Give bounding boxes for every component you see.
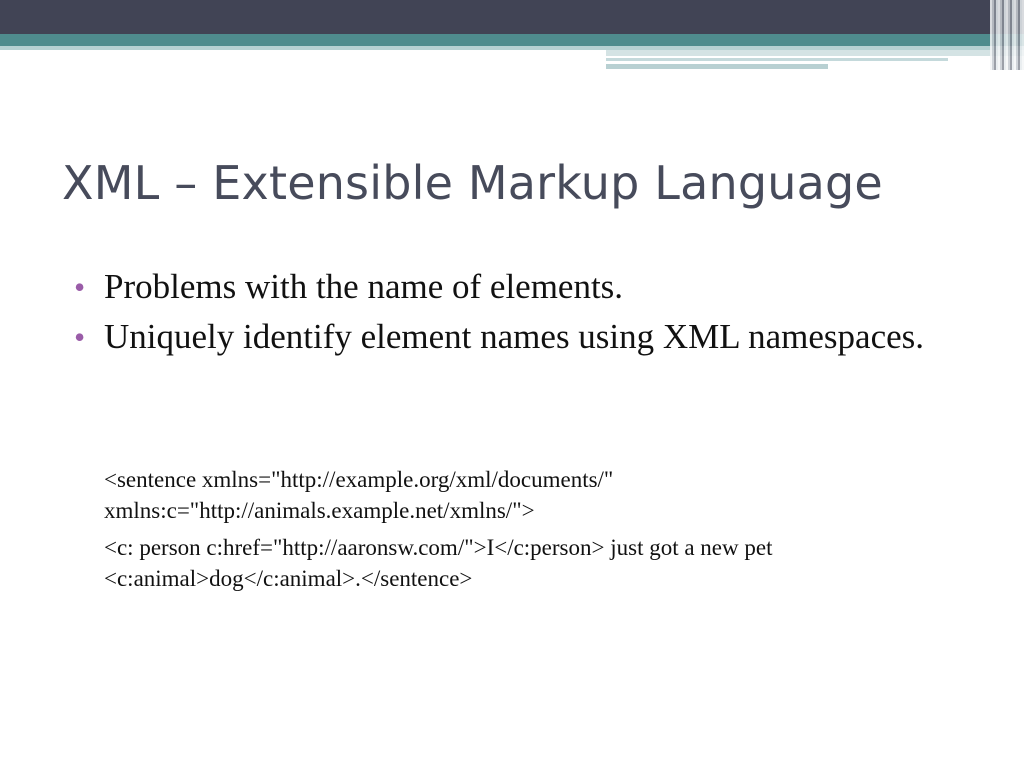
header-band-teal [0,34,1024,46]
bullet-icon: • [74,269,86,305]
xml-code-sample: <sentence xmlns="http://example.org/xml/… [104,464,984,600]
header-edge-lines [990,0,1024,70]
slide-title: XML – Extensible Markup Language [62,156,883,210]
code-line: <c: person c:href="http://aaronsw.com/">… [104,535,773,591]
header-accent-strip [606,64,828,69]
bullet-item: • Uniquely identify element names using … [74,312,934,362]
header-accent-strip [606,50,1024,56]
bullet-text: Problems with the name of elements. [104,267,624,306]
header-accent-strip [606,58,948,61]
bullet-item: • Problems with the name of elements. [74,262,934,312]
header-band-dark [0,0,1024,34]
code-line: <sentence xmlns="http://example.org/xml/… [104,467,614,523]
bullet-text: Uniquely identify element names using XM… [104,317,925,356]
bullet-list: • Problems with the name of elements. • … [74,262,934,362]
bullet-icon: • [74,319,86,355]
